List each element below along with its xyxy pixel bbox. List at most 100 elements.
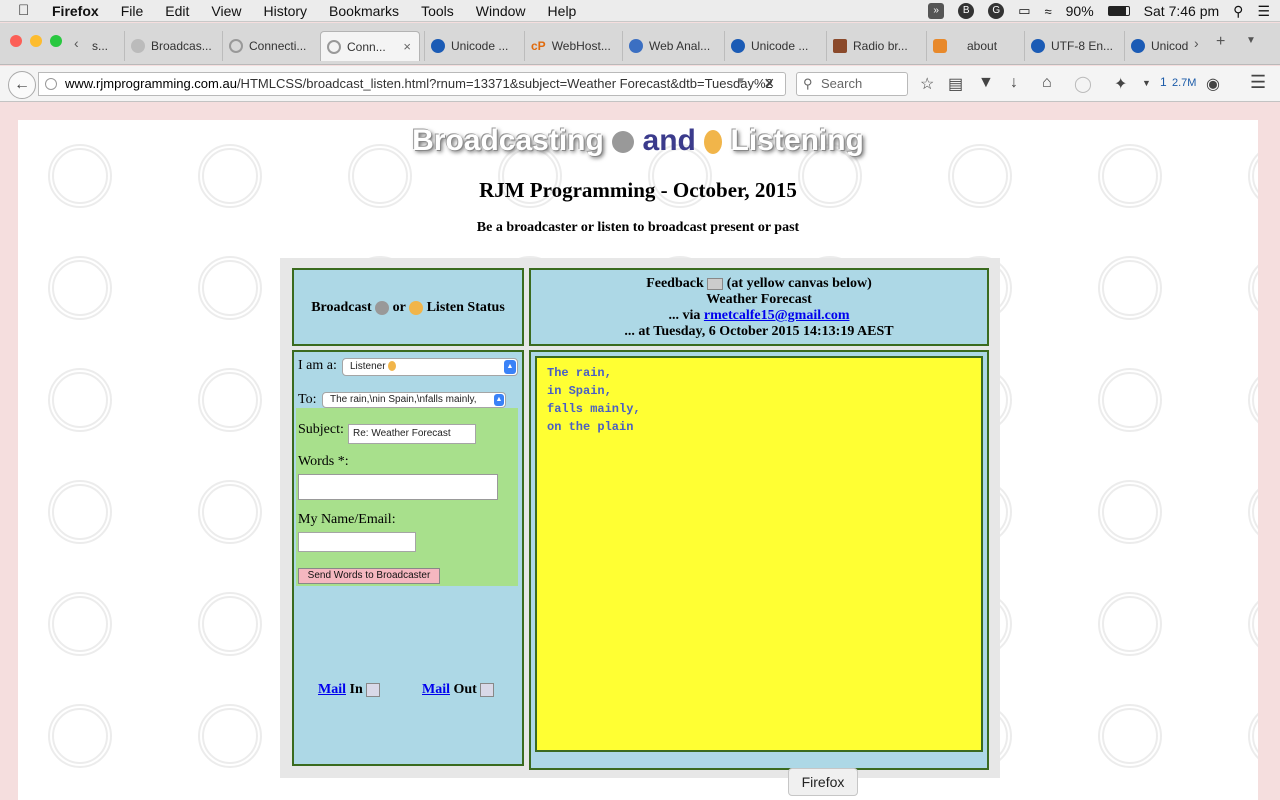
sync-icon[interactable]: ◯ [1074, 74, 1092, 94]
to-select-value: The rain,\nin Spain,\nfalls mainly, [330, 394, 477, 405]
loading-icon [327, 39, 341, 54]
subject-input[interactable]: Re: Weather Forecast [348, 424, 476, 444]
extension-dropdown-icon[interactable]: ▼ [1142, 78, 1151, 88]
b-icon[interactable]: B [958, 3, 975, 19]
new-tab-icon[interactable]: + [1216, 33, 1225, 51]
tab-label: Unicode ... [751, 39, 809, 53]
download-icon[interactable]: ↓ [1010, 74, 1018, 92]
menu-bookmarks[interactable]: Bookmarks [329, 3, 399, 19]
tab-list-icon[interactable]: ▼ [1246, 35, 1256, 46]
menu-edit[interactable]: Edit [165, 3, 189, 19]
url-bar[interactable]: www.rjmprogramming.com.au/HTMLCSS/broadc… [38, 72, 786, 96]
mail-out-link[interactable]: Mail [422, 682, 450, 697]
notification-center-icon[interactable]: ☰ [1257, 3, 1270, 20]
yellow-canvas[interactable]: The rain, in Spain, falls mainly, on the… [535, 356, 983, 752]
menu-tools[interactable]: Tools [421, 3, 454, 19]
screen-recorder-icon[interactable]: » [928, 3, 945, 19]
close-window-button[interactable] [10, 35, 22, 47]
feedback-header: Feedback (at yellow canvas below) Weathe… [529, 268, 989, 346]
watermark-broadcast-icon [1098, 704, 1162, 768]
chat-icon[interactable]: ◉ [1206, 74, 1220, 94]
battery-icon[interactable] [1107, 6, 1130, 16]
tabs-scroll-left-icon[interactable]: ‹ [74, 35, 79, 51]
home-icon[interactable]: ⌂ [1042, 74, 1052, 92]
canvas-line-1: The rain, [547, 366, 612, 380]
canvas-line-3: falls mainly, [547, 402, 641, 416]
tab-7[interactable]: Web Anal... [622, 31, 720, 61]
watermark-broadcast-icon [1098, 592, 1162, 656]
airplay-icon[interactable]: ▭ [1018, 3, 1030, 19]
tab-6[interactable]: cP WebHost... [524, 31, 618, 61]
tab-5[interactable]: Unicode ... [424, 31, 520, 61]
tab-3[interactable]: Connecti... [222, 31, 318, 61]
mac-menubar:  Firefox File Edit View History Bookmar… [0, 0, 1280, 22]
mailbox-icon [366, 682, 381, 697]
feedback-panel: The rain, in Spain, falls mainly, on the… [529, 350, 989, 770]
tab-label: Radio br... [853, 39, 908, 53]
menu-help[interactable]: Help [548, 3, 577, 19]
name-email-input[interactable] [298, 532, 416, 552]
words-textarea[interactable] [298, 474, 498, 500]
g-icon[interactable]: G [988, 3, 1005, 19]
navigation-bar: ← www.rjmprogramming.com.au/HTMLCSS/broa… [0, 66, 1280, 102]
tabs-scroll-right-icon[interactable]: › [1194, 35, 1199, 51]
apple-icon[interactable]:  [18, 2, 32, 19]
reading-list-icon[interactable]: ▤ [948, 74, 963, 94]
tab-label: WebHost... [551, 39, 611, 53]
menu-window[interactable]: Window [476, 3, 526, 19]
wifi-icon[interactable]: ≈ [1045, 4, 1052, 19]
bookmark-star-icon[interactable]: ☆ [920, 74, 934, 94]
or-label: or [392, 300, 406, 315]
title-broadcasting: Broadcasting [412, 124, 604, 157]
mail-out-text: Out [453, 682, 477, 697]
watermark-broadcast-icon [198, 704, 262, 768]
menu-firefox[interactable]: Firefox [52, 3, 99, 19]
menu-view[interactable]: View [211, 3, 241, 19]
menu-file[interactable]: File [121, 3, 144, 19]
subject-label: Subject: [298, 422, 344, 437]
to-select[interactable]: The rain,\nin Spain,\nfalls mainly, ▲ [322, 392, 506, 408]
watermark-broadcast-icon [48, 368, 112, 432]
status-area: » B G ▭ ≈ 90% Sat 7:46 pm ⚲ ☰ [928, 0, 1270, 22]
feedback-timestamp: ... at Tuesday, 6 October 2015 14:13:19 … [624, 324, 894, 339]
minimize-window-button[interactable] [30, 35, 42, 47]
site-info-icon[interactable] [45, 78, 57, 90]
menu-history[interactable]: History [263, 3, 307, 19]
watermark-broadcast-icon [48, 256, 112, 320]
clock[interactable]: Sat 7:46 pm [1144, 3, 1220, 19]
role-select-value: Listener [350, 361, 386, 372]
tab-11[interactable]: UTF-8 En... [1024, 31, 1120, 61]
stop-icon[interactable]: × [764, 73, 775, 94]
tab-8[interactable]: Unicode ... [724, 31, 822, 61]
mail-in-link[interactable]: Mail [318, 682, 346, 697]
email-link[interactable]: rmetcalfe15@gmail.com [704, 308, 850, 323]
globe-icon [131, 39, 145, 53]
tab-label: Web Anal... [649, 39, 711, 53]
dock-tooltip: Firefox [788, 768, 858, 796]
search-input[interactable]: ⚲ Search [796, 72, 908, 96]
tab-label: UTF-8 En... [1051, 39, 1114, 53]
close-tab-icon[interactable]: × [403, 39, 411, 54]
tab-label: Unicod [1151, 39, 1189, 53]
tab-12[interactable]: Unicod [1124, 31, 1190, 61]
spotlight-icon[interactable]: ⚲ [1233, 3, 1243, 20]
status-header: Broadcast or Listen Status [292, 268, 524, 346]
watermark-broadcast-icon [1098, 256, 1162, 320]
extension-icon[interactable]: ✦ [1114, 74, 1127, 94]
send-words-button[interactable]: Send Words to Broadcaster [298, 568, 440, 584]
url-dropdown-icon[interactable]: ▼ [736, 76, 746, 87]
hamburger-menu-icon[interactable]: ☰ [1250, 72, 1266, 93]
watermark-broadcast-icon [198, 592, 262, 656]
tab-9[interactable]: Radio br... [826, 31, 922, 61]
tab-4-active[interactable]: Conn... × [320, 31, 420, 61]
search-icon: ⚲ [803, 76, 813, 91]
zoom-window-button[interactable] [50, 35, 62, 47]
mail-in: Mail In [318, 682, 381, 698]
back-button[interactable]: ← [8, 71, 36, 99]
tab-10[interactable]: about [926, 31, 1022, 61]
tab-1[interactable]: s... [86, 31, 120, 61]
pocket-icon[interactable]: ▼ [978, 74, 994, 92]
role-select[interactable]: Listener ▲ [342, 358, 518, 376]
title-and: and [642, 124, 696, 157]
tab-2[interactable]: Broadcas... [124, 31, 220, 61]
